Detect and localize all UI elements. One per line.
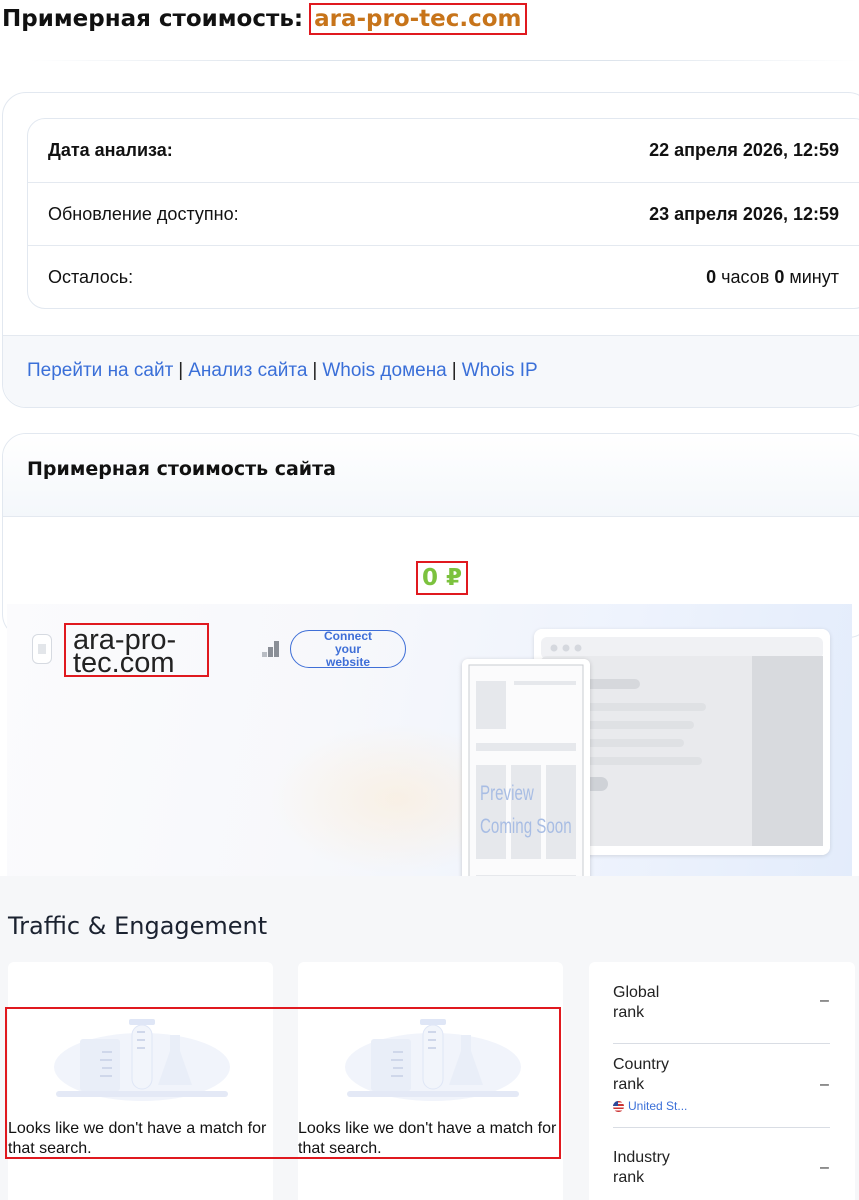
remaining-minutes: 0 (774, 266, 785, 287)
preview-line2: Coming Soon (480, 815, 572, 838)
industry-rank-label-line2: rank (613, 1169, 645, 1186)
global-rank-value: – (820, 992, 829, 1009)
site-links: Перейти на сайт | Анализ сайта | Whois домен… (27, 360, 538, 382)
highlight-box (5, 1007, 561, 1159)
update-label: Обновление доступно: (48, 203, 239, 224)
global-rank-label: Global rank (613, 983, 659, 1023)
widget-domain: ara-pro- tec.com (64, 623, 209, 679)
page-title-domain: ara-pro-tec.com (309, 3, 527, 35)
connect-website-button[interactable]: Connect your website (290, 628, 406, 669)
link-whois-domain[interactable]: Whois домена (322, 360, 446, 381)
industry-rank-label: Industry rank (613, 1148, 670, 1188)
divider (30, 60, 858, 61)
analysis-table: Дата анализа: 22 апреля 2026, 12:59 Обно… (27, 118, 859, 309)
analysis-date-label: Дата анализа: (48, 140, 173, 160)
country-name: United St... (628, 1099, 688, 1113)
preview-line1: Preview (480, 782, 534, 805)
rank-divider (613, 1127, 830, 1128)
link-separator: | (451, 360, 457, 381)
analysis-date-value: 22 апреля 2026, 12:59 (649, 140, 839, 160)
remaining-label: Осталось: (48, 266, 134, 287)
analysis-row-update: Обновление доступно: 23 апреля 2026, 12:… (28, 182, 859, 245)
link-whois-ip[interactable]: Whois IP (462, 360, 538, 381)
connect-website-label: Connect your website (324, 628, 372, 669)
preview-coming-soon-text: Preview Coming Soon (480, 777, 572, 843)
link-separator: | (312, 360, 318, 381)
page-title: Примерная стоимость: ara-pro-tec.com (2, 0, 527, 38)
analysis-row-remaining: Осталось: 0 часов 0 минут (28, 245, 859, 308)
industry-rank-value: – (820, 1159, 829, 1176)
widget-domain-line2: tec.com (73, 647, 175, 679)
remaining-value: 0 часов 0 минут (706, 267, 839, 288)
remaining-hours-unit: часов (721, 266, 770, 287)
link-go-to-site[interactable]: Перейти на сайт (27, 360, 173, 381)
industry-rank-label-line1: Industry (613, 1149, 670, 1166)
remaining-minutes-unit: минут (789, 266, 839, 287)
file-icon (32, 634, 52, 664)
country-rank-value: – (820, 1076, 829, 1093)
rank-divider (613, 1043, 830, 1044)
country-selector[interactable]: United St... (613, 1099, 687, 1113)
link-separator: | (178, 360, 184, 381)
country-rank-label-line1: Country (613, 1056, 670, 1073)
link-site-analysis[interactable]: Анализ сайта (188, 360, 307, 381)
estimate-title: Примерная стоимость сайта (27, 458, 336, 480)
update-value: 23 апреля 2026, 12:59 (649, 203, 839, 224)
global-rank-label-line2: rank (613, 1004, 645, 1021)
country-rank-label-line2: rank (613, 1076, 645, 1093)
estimate-price: 0 ₽ (416, 561, 469, 595)
analysis-row-date: Дата анализа: 22 апреля 2026, 12:59 (28, 119, 859, 182)
us-flag-icon (613, 1100, 624, 1112)
signal-bars-icon (262, 641, 280, 657)
remaining-hours: 0 (706, 266, 717, 287)
country-rank-label: Country rank (613, 1055, 669, 1095)
traffic-title: Traffic & Engagement (8, 912, 268, 940)
global-rank-label-line1: Global (613, 984, 660, 1001)
page-title-prefix: Примерная стоимость: (2, 6, 304, 32)
